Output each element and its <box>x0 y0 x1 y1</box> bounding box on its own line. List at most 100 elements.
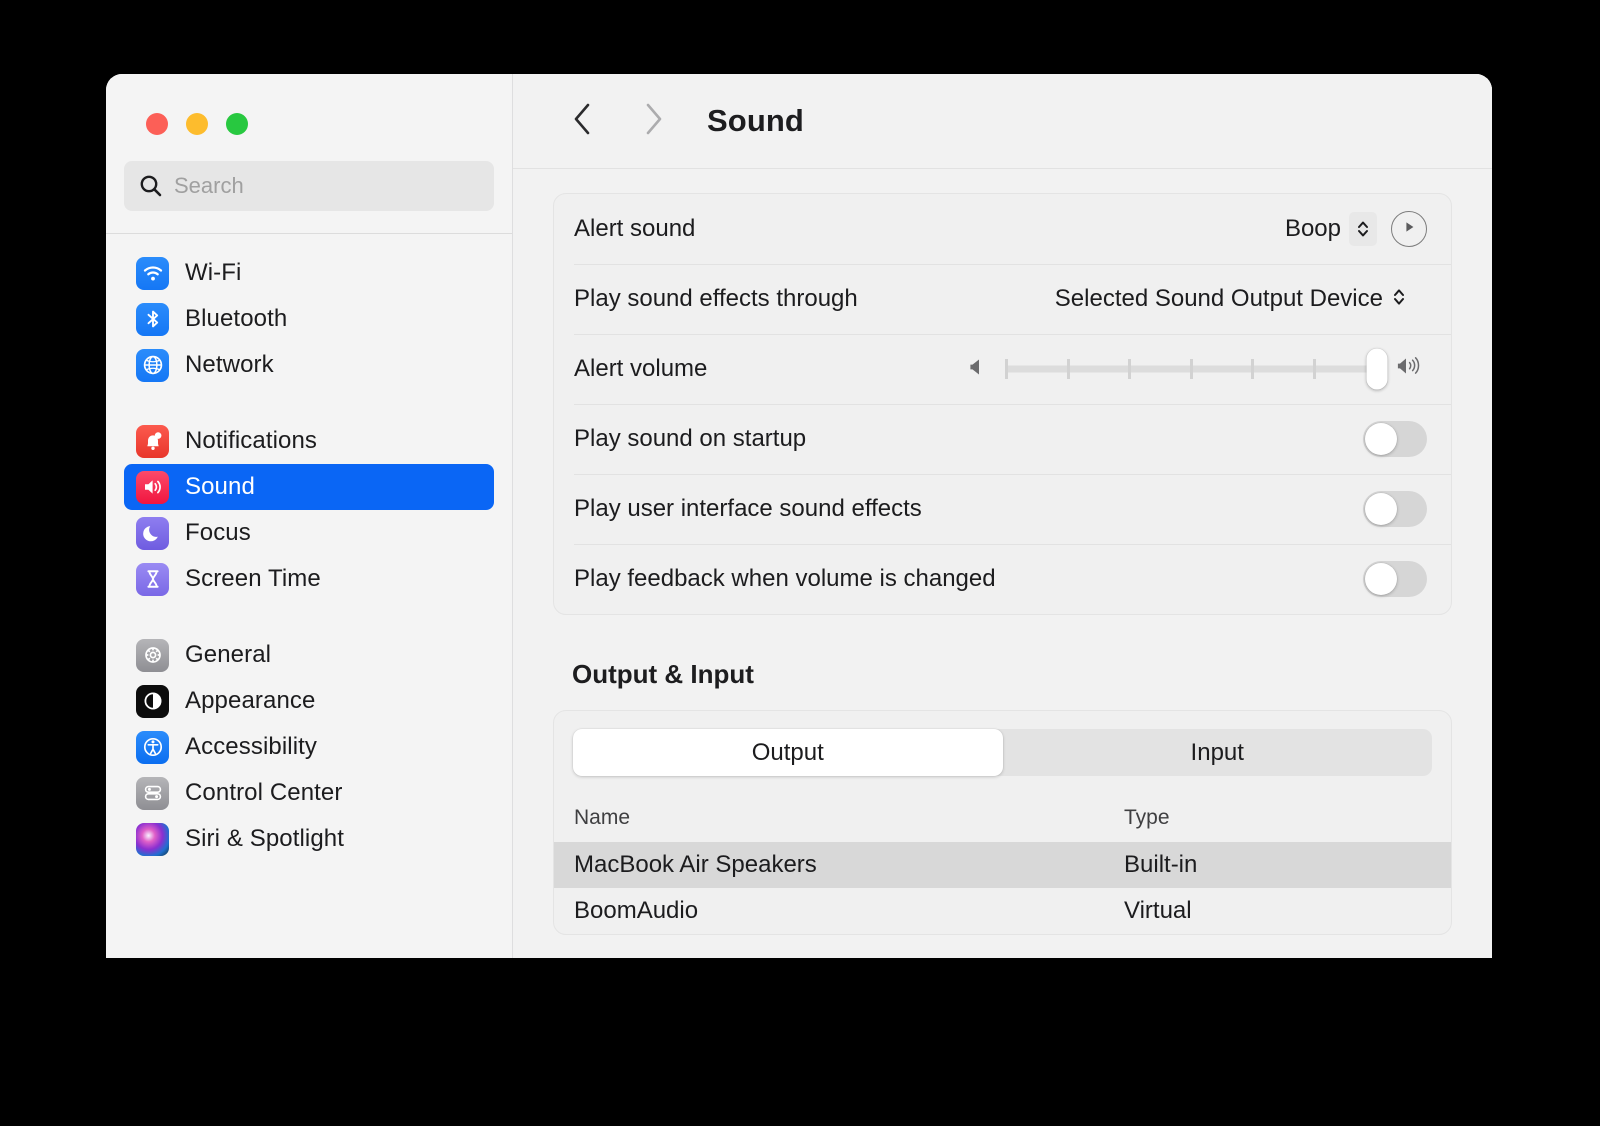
sidebar-item-accessibility[interactable]: Accessibility <box>124 724 494 770</box>
desktop-backdrop: Wi-Fi Bluetooth <box>0 0 1600 1126</box>
play-sound-on-startup-label: Play sound on startup <box>574 425 807 452</box>
chevron-up-down-icon[interactable] <box>1391 284 1407 315</box>
alert-sound-label: Alert sound <box>574 215 696 242</box>
table-row[interactable]: BoomAudio Virtual <box>554 888 1451 934</box>
output-input-segmented-control[interactable]: Output Input <box>573 729 1432 776</box>
tab-input[interactable]: Input <box>1003 729 1433 776</box>
close-button[interactable] <box>146 113 168 135</box>
play-alert-sound-button[interactable] <box>1391 211 1427 247</box>
accessibility-icon <box>136 730 169 764</box>
settings-scroll-area[interactable]: Alert sound Boop Play sound effects thro… <box>513 169 1492 958</box>
sidebar-item-control-center[interactable]: Control Center <box>124 770 494 816</box>
sidebar-item-siri-spotlight[interactable]: Siri & Spotlight <box>124 816 494 862</box>
sound-output-device-value: Selected Sound Output Device <box>1054 285 1383 312</box>
zoom-button[interactable] <box>226 113 248 135</box>
sidebar-item-bluetooth[interactable]: Bluetooth <box>124 296 494 342</box>
slider-track <box>1005 365 1377 373</box>
sidebar-list: Wi-Fi Bluetooth Network Notifications So… <box>106 234 512 862</box>
alert-volume-control <box>965 348 1427 390</box>
forward-button[interactable] <box>625 93 681 149</box>
general-gear-icon <box>136 638 169 672</box>
sound-speaker-icon <box>136 470 169 504</box>
play-sound-on-startup-toggle[interactable] <box>1363 421 1427 457</box>
search-input[interactable] <box>174 173 480 199</box>
toolbar: Sound <box>513 74 1492 169</box>
play-ui-sound-effects-label: Play user interface sound effects <box>574 495 922 522</box>
sidebar-item-label: Control Center <box>185 779 343 806</box>
device-name: MacBook Air Speakers <box>574 851 817 878</box>
row-play-ui-sound-effects: Play user interface sound effects <box>554 474 1451 544</box>
row-play-feedback-volume-changed: Play feedback when volume is changed <box>554 544 1451 614</box>
sidebar-item-label: Screen Time <box>185 565 321 592</box>
notifications-bell-icon <box>136 424 169 458</box>
chevron-up-down-icon[interactable] <box>1349 212 1377 246</box>
play-feedback-volume-changed-label: Play feedback when volume is changed <box>574 565 996 592</box>
column-header-type: Type <box>1124 806 1170 829</box>
toggle-thumb <box>1365 423 1397 455</box>
output-input-card: Output Input Name Type MacBook Air Speak… <box>553 710 1452 935</box>
play-feedback-volume-changed-toggle[interactable] <box>1363 561 1427 597</box>
output-devices-table: Name Type MacBook Air Speakers Built-in … <box>554 794 1451 934</box>
play-sound-effects-through-label: Play sound effects through <box>574 285 858 312</box>
window-controls <box>106 74 512 135</box>
sidebar-item-label: Siri & Spotlight <box>185 825 345 852</box>
system-settings-window: Wi-Fi Bluetooth <box>106 74 1492 958</box>
play-icon <box>1401 219 1417 240</box>
sidebar-group-network: Wi-Fi Bluetooth Network <box>124 250 494 388</box>
alert-sound-popup[interactable]: Boop <box>1285 212 1377 246</box>
table-row[interactable]: MacBook Air Speakers Built-in <box>554 842 1451 888</box>
sidebar-item-screen-time[interactable]: Screen Time <box>124 556 494 602</box>
wifi-icon <box>136 256 169 290</box>
sidebar-item-label: Sound <box>185 473 255 500</box>
sidebar-item-label: General <box>185 641 272 668</box>
sidebar-item-notifications[interactable]: Notifications <box>124 418 494 464</box>
content-pane: Sound Alert sound Boop Play sound effect… <box>513 74 1492 958</box>
sidebar-item-network[interactable]: Network <box>124 342 494 388</box>
toggle-thumb <box>1365 563 1397 595</box>
sidebar: Wi-Fi Bluetooth <box>106 74 513 958</box>
speaker-high-icon <box>1393 354 1427 385</box>
sidebar-item-general[interactable]: General <box>124 632 494 678</box>
sidebar-group-system: Notifications Sound Focus Screen Time <box>124 418 494 602</box>
sidebar-item-label: Bluetooth <box>185 305 288 332</box>
sidebar-item-wifi[interactable]: Wi-Fi <box>124 250 494 296</box>
table-header: Name Type <box>554 794 1451 842</box>
sidebar-item-label: Focus <box>185 519 251 546</box>
speaker-low-icon <box>965 355 989 384</box>
search-area <box>106 135 512 211</box>
alert-volume-slider[interactable] <box>1005 348 1388 390</box>
alert-sound-value: Boop <box>1284 215 1341 242</box>
sound-output-device-popup[interactable]: Selected Sound Output Device <box>1055 284 1427 315</box>
output-input-section-title: Output & Input <box>572 659 754 689</box>
search-box[interactable] <box>124 161 494 211</box>
alert-volume-label: Alert volume <box>574 355 708 382</box>
control-center-toggles-icon <box>136 776 169 810</box>
device-type: Built-in <box>1124 851 1198 878</box>
sidebar-item-label: Wi-Fi <box>185 259 242 286</box>
screen-time-hourglass-icon <box>136 562 169 596</box>
column-header-name: Name <box>574 806 631 829</box>
tab-input-label: Input <box>1190 738 1244 766</box>
sidebar-item-focus[interactable]: Focus <box>124 510 494 556</box>
page-title: Sound <box>707 103 804 138</box>
row-play-sound-on-startup: Play sound on startup <box>554 404 1451 474</box>
sidebar-item-sound[interactable]: Sound <box>124 464 494 510</box>
appearance-contrast-icon <box>136 684 169 718</box>
play-ui-sound-effects-toggle[interactable] <box>1363 491 1427 527</box>
focus-moon-icon <box>136 516 169 550</box>
sidebar-item-label: Notifications <box>185 427 318 454</box>
sidebar-group-appearance: General Appearance Accessibility Control… <box>124 632 494 862</box>
back-button[interactable] <box>555 93 611 149</box>
tab-output[interactable]: Output <box>573 729 1003 776</box>
row-alert-sound: Alert sound Boop <box>554 194 1451 264</box>
bluetooth-icon <box>136 302 169 336</box>
sidebar-item-label: Network <box>185 351 274 378</box>
sidebar-item-appearance[interactable]: Appearance <box>124 678 494 724</box>
minimize-button[interactable] <box>186 113 208 135</box>
sidebar-item-label: Appearance <box>185 687 316 714</box>
sound-effects-card: Alert sound Boop Play sound effects thro… <box>553 193 1452 615</box>
chevron-right-icon <box>639 99 667 144</box>
row-alert-volume: Alert volume <box>554 334 1451 404</box>
slider-knob[interactable] <box>1366 348 1388 390</box>
sidebar-item-label: Accessibility <box>185 733 317 760</box>
